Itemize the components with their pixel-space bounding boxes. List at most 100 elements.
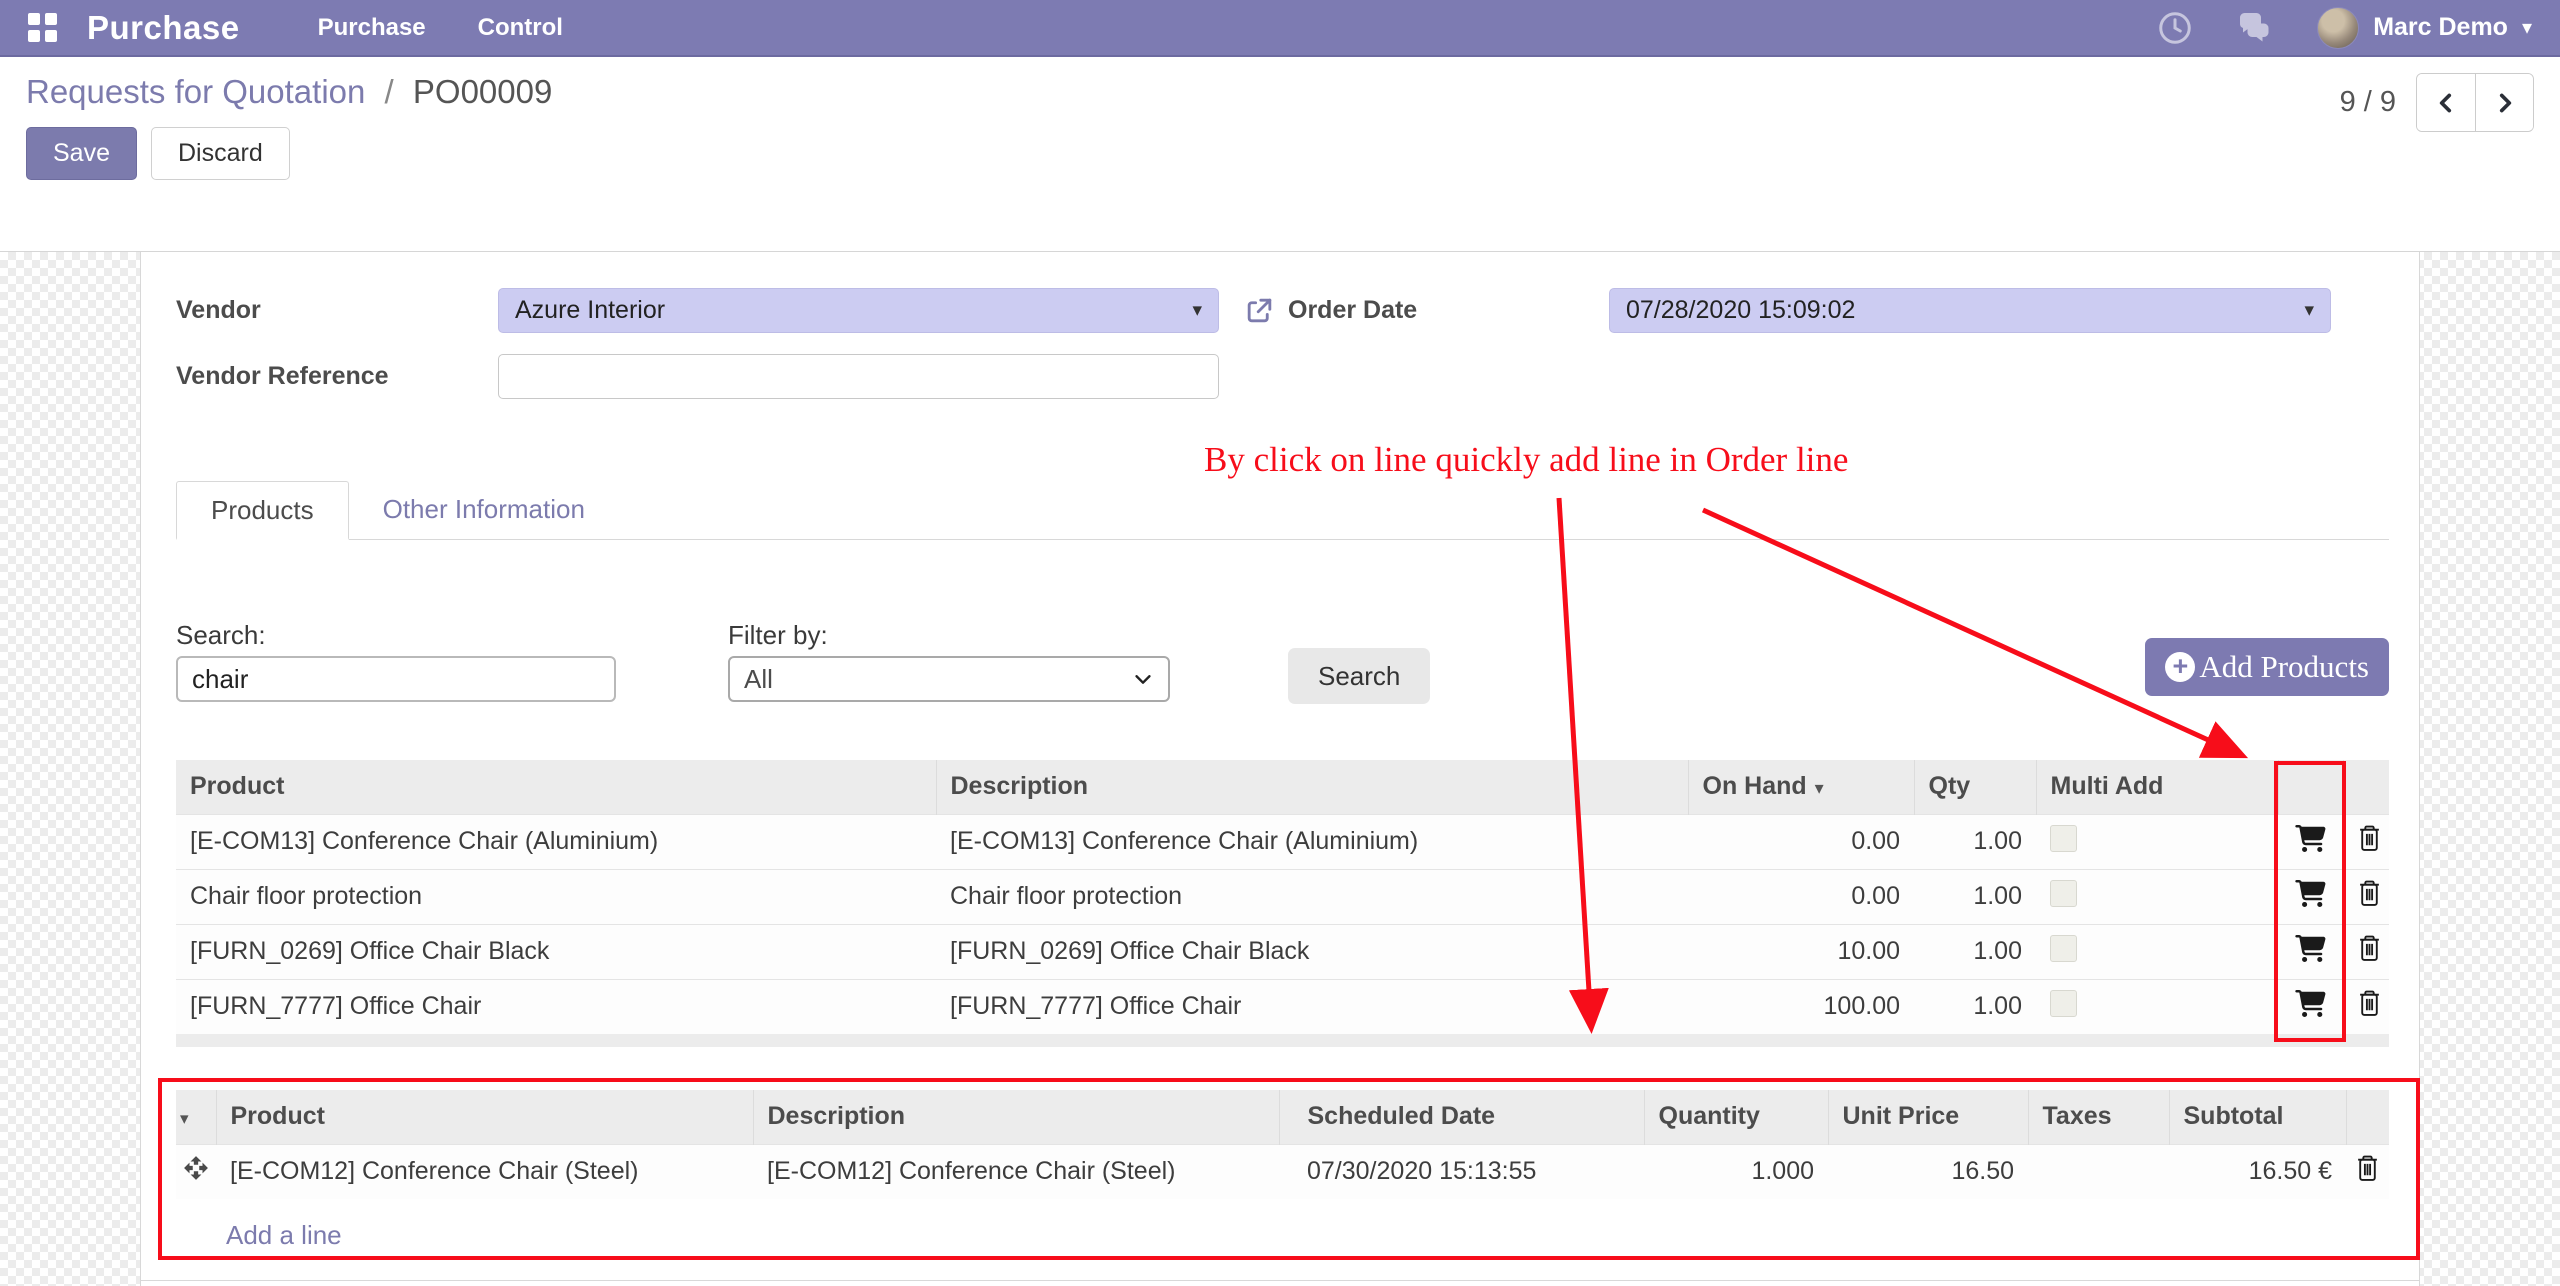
control-panel: Requests for Quotation / PO00009 Save Di… (0, 57, 2560, 252)
product-row[interactable]: [E-COM13] Conference Chair (Aluminium) [… (176, 814, 2389, 869)
pager-previous-button[interactable] (2417, 74, 2475, 131)
multi-add-checkbox[interactable] (2050, 935, 2077, 962)
menu-control[interactable]: Control (478, 14, 563, 42)
vendor-select[interactable]: Azure Interior ▾ (498, 288, 1219, 333)
cell-description: [E-COM13] Conference Chair (Aluminium) (936, 814, 1688, 869)
order-date-select[interactable]: 07/28/2020 15:09:02 ▾ (1609, 288, 2331, 333)
app-window: Purchase Purchase Control Marc Demo ▾ Re… (0, 0, 2560, 1286)
cell-product: [E-COM13] Conference Chair (Aluminium) (176, 814, 936, 869)
cell-description: [FURN_0269] Office Chair Black (936, 924, 1688, 979)
app-brand[interactable]: Purchase (87, 9, 240, 47)
cell-on-hand: 100.00 (1688, 979, 1914, 1034)
order-date-label: Order Date (1288, 296, 1417, 325)
activities-clock-icon[interactable] (2157, 10, 2193, 46)
user-avatar (2317, 7, 2359, 49)
col-subtotal: Subtotal (2169, 1090, 2346, 1144)
delete-trash-icon[interactable] (2357, 879, 2382, 914)
cell-on-hand: 0.00 (1688, 869, 1914, 924)
cell-description: Chair floor protection (936, 869, 1688, 924)
products-header-row: Product Description On Hand▾ Qty Multi A… (176, 760, 2389, 814)
vendor-value: Azure Interior (515, 296, 665, 325)
delete-trash-icon[interactable] (2357, 934, 2382, 969)
discard-button[interactable]: Discard (151, 127, 290, 180)
form-fields: Vendor Azure Interior ▾ Order Date 07/28… (176, 288, 2389, 399)
multi-add-checkbox[interactable] (2050, 880, 2077, 907)
menu-purchase[interactable]: Purchase (318, 14, 426, 42)
product-row[interactable]: Chair floor protection Chair floor prote… (176, 869, 2389, 924)
add-a-line-link[interactable]: Add a line (226, 1220, 342, 1251)
col-qty: Qty (1914, 760, 2036, 814)
tab-other-information[interactable]: Other Information (349, 480, 619, 539)
filter-select[interactable]: All (728, 656, 1170, 702)
product-row[interactable]: [FURN_0269] Office Chair Black [FURN_026… (176, 924, 2389, 979)
cell-unit-price: 16.50 (1828, 1144, 2028, 1199)
order-date-value: 07/28/2020 15:09:02 (1626, 296, 1855, 325)
drag-handle-icon[interactable] (183, 1155, 209, 1188)
list-toggle-caret-icon[interactable]: ▾ (176, 1090, 216, 1144)
product-search-panel: Search: Filter by: All Search + Add Prod… (176, 620, 2389, 760)
chevron-left-icon (2433, 90, 2459, 116)
cell-product: [FURN_0269] Office Chair Black (176, 924, 936, 979)
user-name: Marc Demo (2373, 13, 2508, 42)
save-button[interactable]: Save (26, 127, 137, 180)
vendor-label: Vendor (176, 296, 498, 325)
add-products-label: Add Products (2199, 649, 2369, 685)
col-product: Product (216, 1090, 753, 1144)
user-menu[interactable]: Marc Demo ▾ (2317, 7, 2532, 49)
user-caret-down-icon: ▾ (2522, 15, 2532, 40)
plus-circle-icon: + (2165, 652, 2195, 682)
add-to-cart-icon[interactable] (2295, 935, 2326, 969)
apps-menu-icon[interactable] (28, 13, 57, 42)
col-on-hand-sortable[interactable]: On Hand▾ (1688, 760, 1914, 814)
multi-add-checkbox[interactable] (2050, 990, 2077, 1017)
select-chevron-down-icon (1132, 668, 1154, 690)
order-date-caret-down-icon: ▾ (2304, 299, 2314, 322)
delete-trash-icon[interactable] (2357, 989, 2382, 1024)
search-label: Search: (176, 620, 266, 651)
filter-selected-value: All (744, 664, 773, 695)
col-description: Description (753, 1090, 1279, 1144)
add-products-button[interactable]: + Add Products (2145, 638, 2389, 696)
cell-on-hand: 10.00 (1688, 924, 1914, 979)
multi-add-checkbox[interactable] (2050, 825, 2077, 852)
add-to-cart-icon[interactable] (2295, 990, 2326, 1024)
order-line-row[interactable]: [E-COM12] Conference Chair (Steel) [E-CO… (176, 1144, 2389, 1199)
top-navbar: Purchase Purchase Control Marc Demo ▾ (0, 0, 2560, 57)
breadcrumb: Requests for Quotation / PO00009 (26, 73, 2534, 111)
cell-description: [FURN_7777] Office Chair (936, 979, 1688, 1034)
col-actions (2346, 1090, 2389, 1144)
delete-trash-icon[interactable] (2357, 824, 2382, 859)
cell-description: [E-COM12] Conference Chair (Steel) (753, 1144, 1279, 1199)
cell-taxes (2028, 1144, 2169, 1199)
external-link-icon[interactable] (1244, 295, 1275, 326)
tab-products[interactable]: Products (176, 481, 349, 540)
cell-qty: 1.00 (1914, 814, 2036, 869)
sheet-bottom-divider (141, 1280, 2419, 1281)
col-product: Product (176, 760, 936, 814)
col-taxes: Taxes (2028, 1090, 2169, 1144)
add-to-cart-icon[interactable] (2295, 825, 2326, 859)
cell-qty: 1.00 (1914, 869, 2036, 924)
cell-qty: 1.00 (1914, 979, 2036, 1034)
col-actions (2343, 760, 2389, 814)
products-table: Product Description On Hand▾ Qty Multi A… (176, 760, 2389, 1047)
vendor-reference-label: Vendor Reference (176, 362, 498, 391)
annotation-text: By click on line quickly add line in Ord… (1204, 440, 2084, 480)
delete-trash-icon[interactable] (2355, 1154, 2380, 1189)
add-to-cart-icon[interactable] (2295, 880, 2326, 914)
search-input[interactable] (176, 656, 616, 702)
record-pager: 9 / 9 (2340, 73, 2534, 132)
vendor-reference-input[interactable] (498, 354, 1219, 399)
cell-subtotal: 16.50 € (2169, 1144, 2346, 1199)
pager-next-button[interactable] (2475, 74, 2533, 131)
search-button[interactable]: Search (1288, 648, 1430, 704)
cell-qty: 1.00 (1914, 924, 2036, 979)
col-unit-price: Unit Price (1828, 1090, 2028, 1144)
col-multi-add: Multi Add (2036, 760, 2278, 814)
messages-chat-icon[interactable] (2237, 10, 2273, 46)
product-row[interactable]: [FURN_7777] Office Chair [FURN_7777] Off… (176, 979, 2389, 1034)
breadcrumb-parent-link[interactable]: Requests for Quotation (26, 73, 365, 110)
col-scheduled-date: Scheduled Date (1279, 1090, 1644, 1144)
cell-on-hand: 0.00 (1688, 814, 1914, 869)
cell-product: Chair floor protection (176, 869, 936, 924)
